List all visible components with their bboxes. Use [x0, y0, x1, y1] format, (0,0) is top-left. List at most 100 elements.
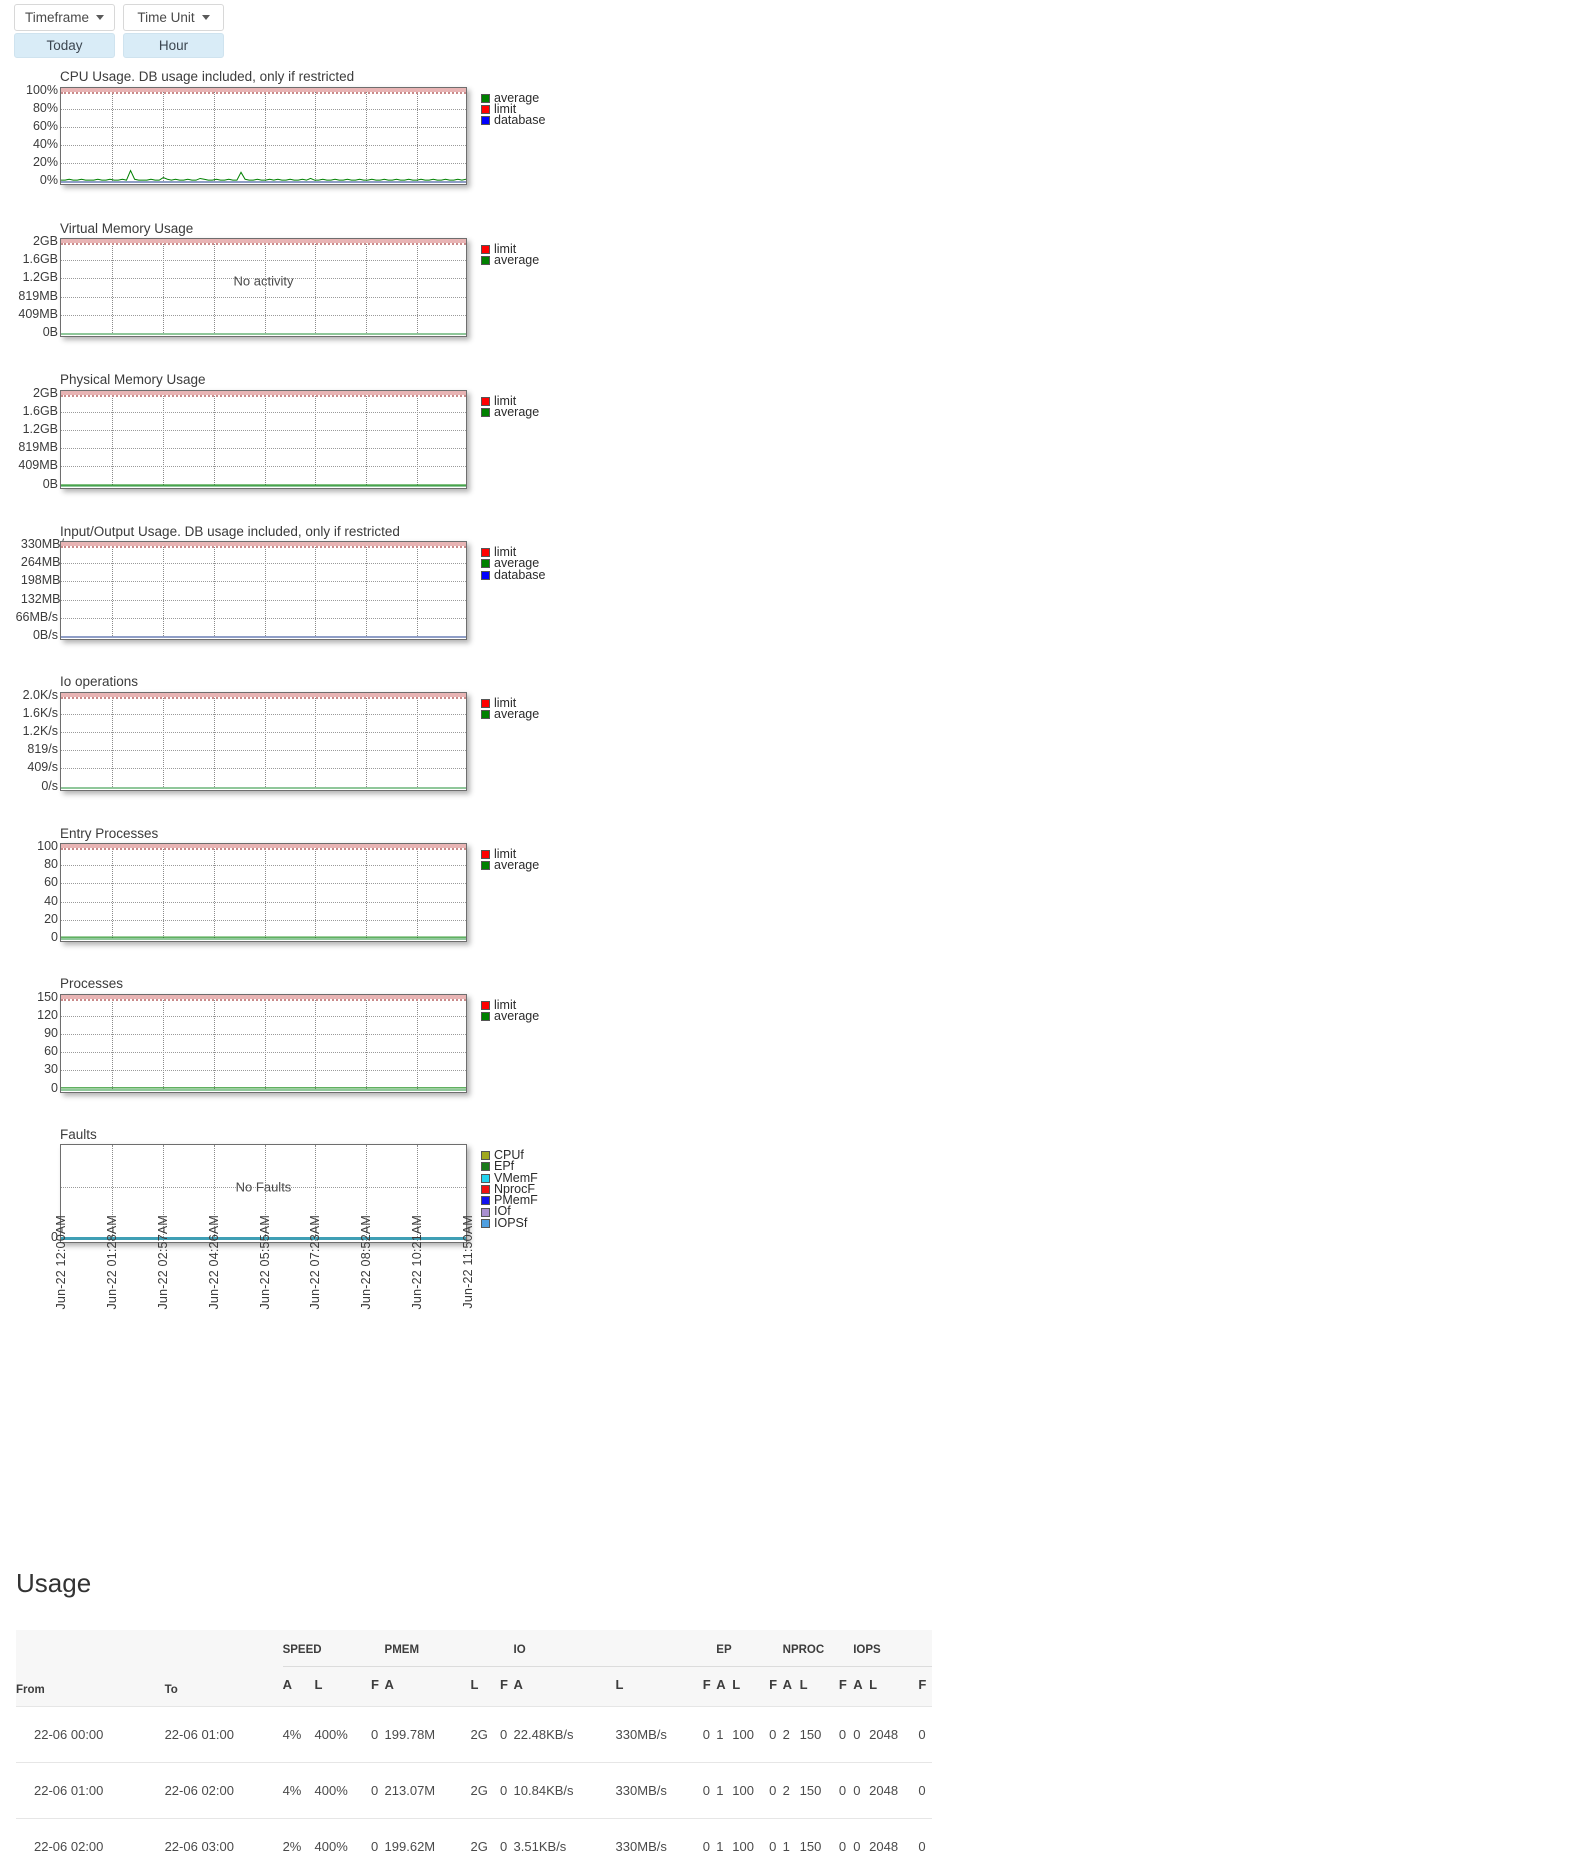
legend-swatch-icon: [481, 1174, 490, 1183]
legend-swatch-icon: [481, 861, 490, 870]
vertical-gridline: [163, 542, 164, 640]
average-series-trace: [61, 88, 466, 185]
x-tick-label: Jun-22 10:21AM: [410, 1215, 424, 1310]
timeframe-today-button[interactable]: Today: [14, 33, 115, 58]
chart-3: Input/Output Usage. DB usage included, o…: [0, 525, 700, 641]
usage-cell: 0: [500, 1763, 514, 1819]
usage-cell: 199.78M: [385, 1707, 471, 1763]
usage-cell: 2%: [283, 1819, 315, 1874]
chart-title: Faults: [60, 1128, 700, 1145]
legend-swatch-icon: [481, 548, 490, 557]
chart-legend: limitaverage: [481, 390, 539, 419]
legend-label: database: [494, 115, 545, 126]
chevron-down-icon: [202, 15, 210, 20]
y-axis-labels: 1501209060300: [0, 994, 60, 1093]
time-unit-dropdown[interactable]: Time Unit: [123, 4, 224, 31]
chart-plot-area: [60, 692, 467, 791]
usage-group-header: SPEED: [283, 1630, 385, 1667]
usage-cell: 0: [500, 1707, 514, 1763]
y-axis-labels: 2GB1.6GB1.2GB819MB409MB0B: [0, 238, 60, 337]
chart-row: 330MB/264MB/198MB/132MB/66MB/s0B/slimita…: [0, 541, 700, 640]
usage-sub-header: F: [769, 1667, 783, 1707]
usage-cell: 2048: [869, 1819, 918, 1874]
usage-cell: 2: [783, 1763, 800, 1819]
usage-cell: 0: [853, 1763, 869, 1819]
usage-cell: 100: [732, 1707, 769, 1763]
vertical-gridline: [366, 693, 367, 791]
x-tick-label: Jun-22 01:28AM: [105, 1215, 119, 1310]
chart-legend: limitaverage: [481, 238, 539, 267]
chart-legend: limitaverage: [481, 994, 539, 1023]
chart-title: Entry Processes: [60, 827, 700, 844]
y-tick-label: 1.2GB: [23, 423, 58, 436]
y-tick-label: 1.6GB: [23, 404, 58, 417]
usage-column-from: From: [16, 1630, 165, 1707]
usage-sub-header: L: [869, 1667, 918, 1707]
chart-row: 1501209060300 limitaverage: [0, 994, 700, 1093]
y-tick-label: 20: [44, 913, 58, 926]
usage-table-head: FromToSPEEDPMEMIOEPNPROCIOPS ALFALFALFAL…: [16, 1630, 932, 1707]
usage-cell: 150: [800, 1763, 839, 1819]
usage-sub-header: L: [315, 1667, 372, 1707]
usage-sub-header: F: [703, 1667, 717, 1707]
usage-cell: 1: [716, 1819, 732, 1874]
chart-plot-area: [60, 994, 467, 1093]
legend-swatch-icon: [481, 1001, 490, 1010]
legend-swatch-icon: [481, 1151, 490, 1160]
legend-item: average: [481, 255, 539, 266]
y-tick-label: 150: [37, 990, 58, 1003]
y-tick-label: 0/s: [41, 779, 58, 792]
horizontal-gridline: [61, 714, 466, 715]
legend-swatch-icon: [481, 1012, 490, 1021]
vertical-gridline: [315, 693, 316, 791]
usage-cell: 0: [703, 1707, 717, 1763]
usage-cell-to: 22-06 03:00: [165, 1819, 283, 1874]
time-unit-hour-button[interactable]: Hour: [123, 33, 224, 58]
usage-cell: 0: [500, 1819, 514, 1874]
x-tick-label: Jun-22 05:55AM: [258, 1215, 272, 1310]
y-tick-label: 409MB: [18, 459, 58, 472]
usage-cell: 0: [769, 1763, 783, 1819]
usage-cell: 2048: [869, 1707, 918, 1763]
legend-swatch-icon: [481, 559, 490, 568]
chart-5: Entry Processes100806040200limitaverage: [0, 827, 700, 943]
usage-group-header: PMEM: [385, 1630, 514, 1667]
chevron-down-icon: [96, 15, 104, 20]
table-row: 22-06 01:0022-06 02:004%400%0213.07M2G01…: [16, 1763, 932, 1819]
usage-cell: 4%: [283, 1707, 315, 1763]
legend-swatch-icon: [481, 1162, 490, 1171]
usage-sub-header: L: [732, 1667, 769, 1707]
y-tick-label: 60%: [33, 119, 58, 132]
average-series-trace: [61, 995, 466, 1093]
vertical-gridline: [112, 542, 113, 640]
vertical-gridline: [214, 693, 215, 791]
legend-swatch-icon: [481, 710, 490, 719]
chart-title: Io operations: [60, 675, 700, 692]
y-tick-label: 0: [51, 931, 58, 944]
average-series-trace: [61, 391, 466, 489]
timeframe-dropdown[interactable]: Timeframe: [14, 4, 115, 31]
y-tick-label: 819MB: [18, 289, 58, 302]
usage-cell: 4%: [283, 1763, 315, 1819]
usage-cell: 0: [839, 1763, 853, 1819]
empty-state-message: No Faults: [61, 1180, 466, 1195]
legend-swatch-icon: [481, 256, 490, 265]
vertical-gridline: [366, 542, 367, 640]
chart-title: Physical Memory Usage: [60, 373, 700, 390]
y-axis-labels: 330MB/264MB/198MB/132MB/66MB/s0B/s: [0, 541, 60, 640]
vertical-gridline: [417, 542, 418, 640]
y-tick-label: 819/s: [27, 743, 58, 756]
limit-line: [61, 243, 466, 245]
x-axis-ticks: Jun-22 12:00AMJun-22 01:28AMJun-22 02:57…: [0, 1215, 700, 1365]
usage-cell: 0: [703, 1819, 717, 1874]
time-unit-dropdown-label: Time Unit: [137, 10, 194, 25]
legend-label: database: [494, 570, 545, 581]
usage-cell-to: 22-06 02:00: [165, 1763, 283, 1819]
usage-sub-header: A: [783, 1667, 800, 1707]
y-tick-label: 66MB/s: [16, 611, 58, 624]
usage-sub-header: A: [853, 1667, 869, 1707]
usage-cell: 400%: [315, 1819, 372, 1874]
usage-cell: 3.51KB/s: [514, 1819, 616, 1874]
charts-container: CPU Usage. DB usage included, only if re…: [0, 70, 700, 1243]
x-tick-label: Jun-22 07:23AM: [308, 1215, 322, 1310]
